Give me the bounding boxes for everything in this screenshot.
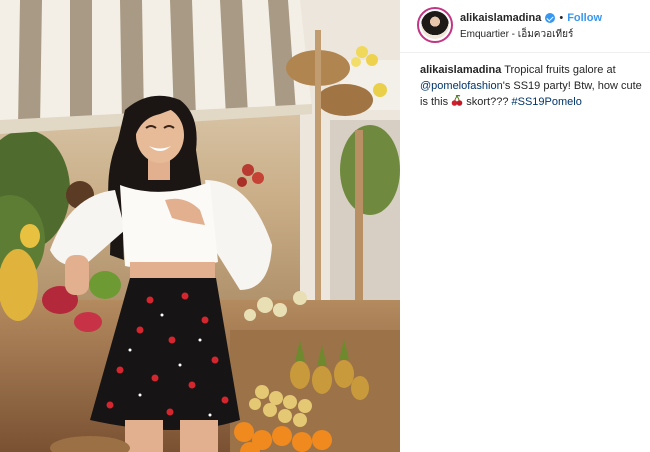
caption-text-1: Tropical fruits galore at (504, 64, 616, 76)
cherries-icon (451, 95, 463, 106)
caption-username-link[interactable]: alikaislamadina (420, 64, 501, 76)
instagram-post: alikaislamadina • Follow Emquartier - เอ… (0, 0, 650, 452)
post-sidebar: alikaislamadina • Follow Emquartier - เอ… (400, 0, 650, 452)
post-header: alikaislamadina • Follow Emquartier - เอ… (400, 0, 650, 53)
post-photo[interactable] (0, 0, 400, 452)
username-row: alikaislamadina • Follow (460, 10, 602, 26)
caption-text-3: skort??? (466, 96, 509, 108)
hashtag-link[interactable]: #SS19Pomelo (512, 96, 582, 108)
follow-button[interactable]: Follow (567, 12, 602, 24)
post-caption: alikaislamadina Tropical fruits galore a… (420, 62, 642, 110)
location-link[interactable]: Emquartier - เอ็มควอเทียร์ (460, 27, 573, 42)
separator-dot: • (559, 12, 564, 24)
avatar[interactable] (417, 7, 453, 43)
avatar-image (421, 11, 449, 39)
photo-illustration (0, 0, 400, 452)
mention-link[interactable]: @pomelofashion (420, 80, 503, 92)
verified-badge-icon (545, 13, 556, 23)
username-link[interactable]: alikaislamadina (460, 12, 541, 24)
